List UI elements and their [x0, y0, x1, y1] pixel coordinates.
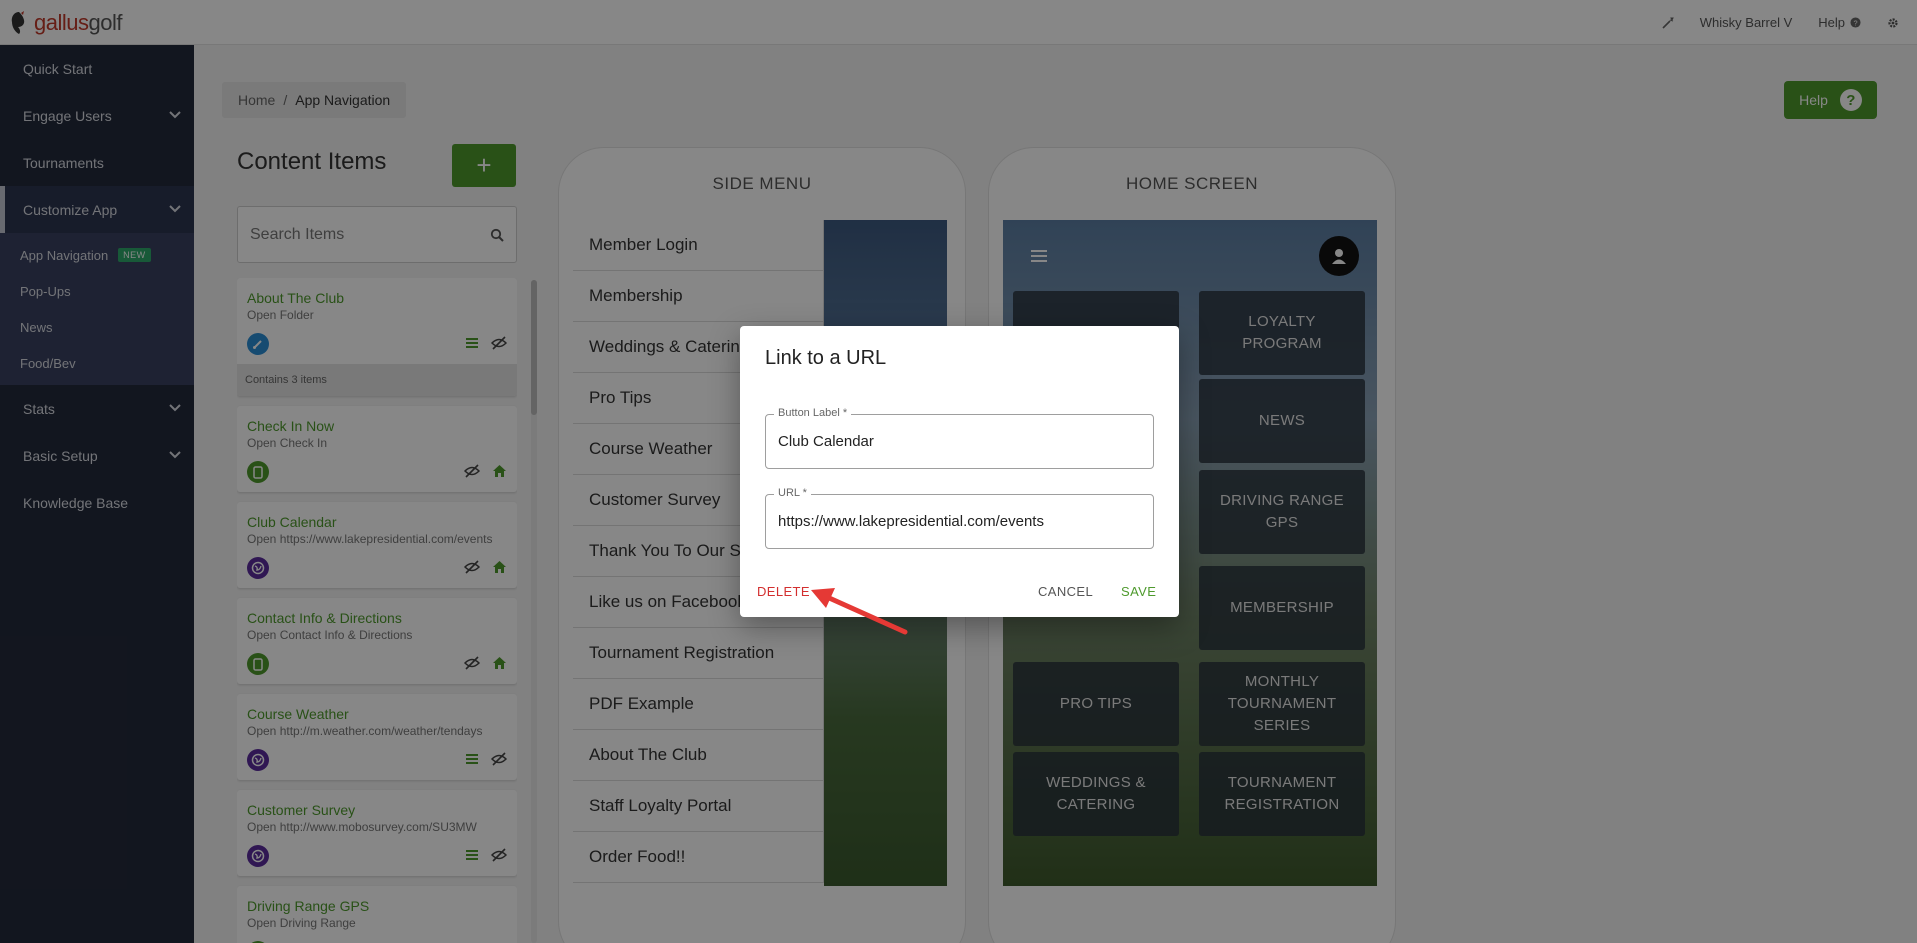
- dialog-title: Link to a URL: [765, 347, 887, 369]
- red-arrow-annotation: [811, 588, 908, 635]
- save-button[interactable]: SAVE: [1121, 584, 1156, 599]
- url-label: URL *: [774, 487, 811, 499]
- button-label-field: Button Label *: [765, 407, 1154, 469]
- url-field: URL *: [765, 487, 1154, 549]
- link-url-dialog: Link to a URL Button Label * URL * DELET…: [740, 326, 1179, 617]
- delete-button[interactable]: DELETE: [757, 584, 810, 599]
- button-label-label: Button Label *: [774, 407, 852, 419]
- button-label-input[interactable]: [778, 433, 1148, 450]
- cancel-button[interactable]: CANCEL: [1038, 584, 1093, 599]
- url-input[interactable]: [778, 513, 1148, 530]
